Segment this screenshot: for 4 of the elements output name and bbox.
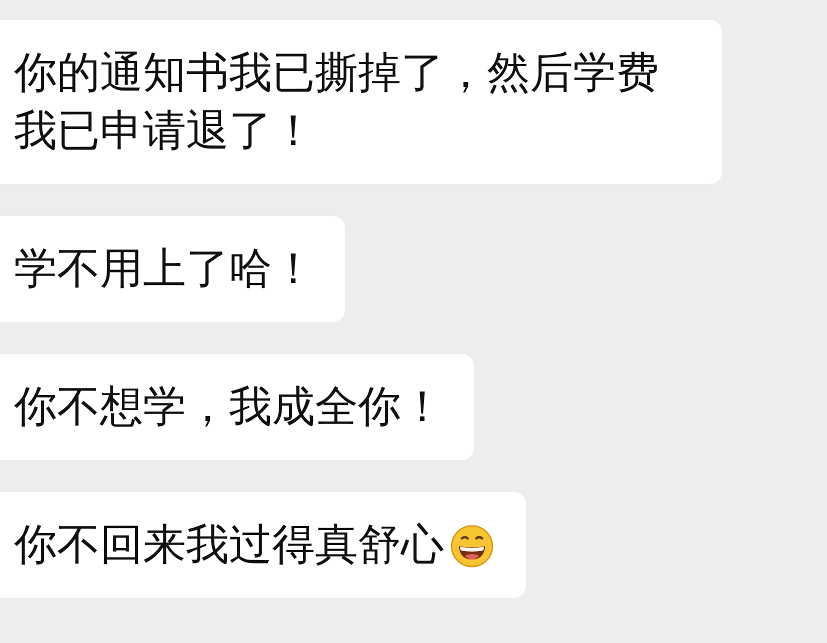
message-text: 你的通知书我已撕掉了，然后学费我已申请退了！ <box>14 47 660 158</box>
message-text: 你不想学，我成全你！ <box>14 381 444 434</box>
message-text: 学不用上了哈！ <box>14 243 315 296</box>
message-text: 你不回来我过得真舒心 <box>14 519 444 572</box>
